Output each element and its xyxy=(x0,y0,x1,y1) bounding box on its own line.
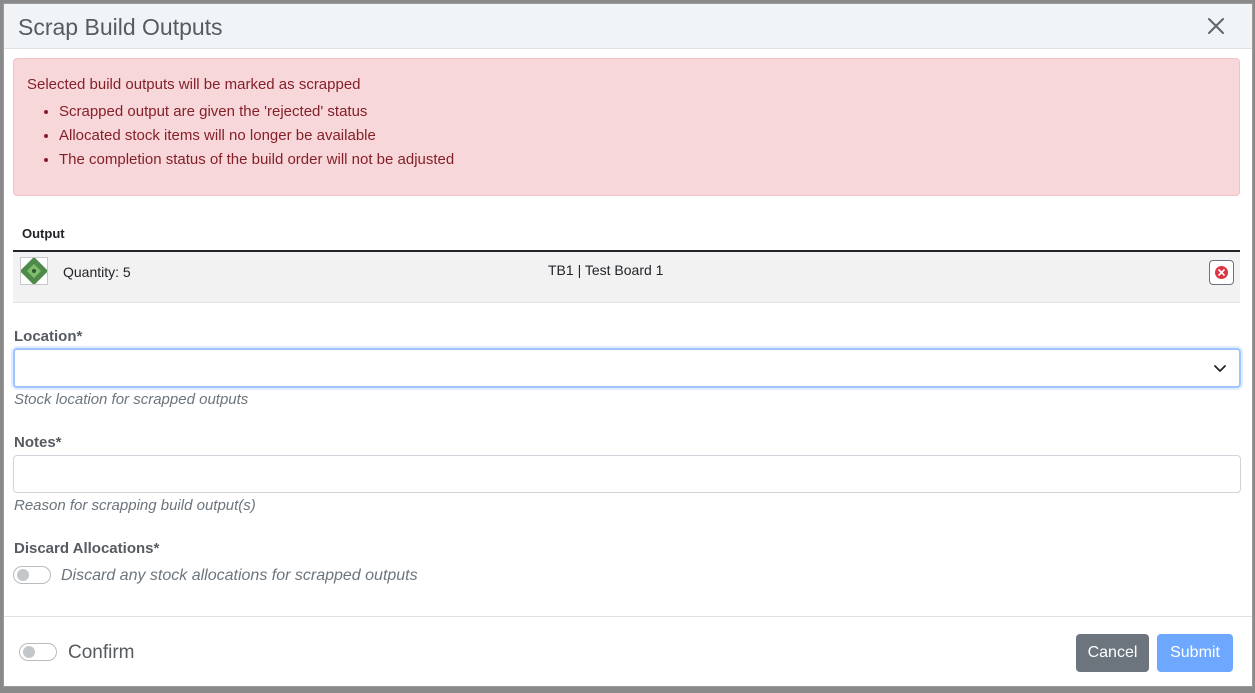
chevron-down-icon xyxy=(1214,365,1226,372)
location-label: Location* xyxy=(14,328,83,345)
alert-item: The completion status of the build order… xyxy=(59,148,1226,172)
discard-allocations-text: Discard any stock allocations for scrapp… xyxy=(61,567,418,584)
column-header-output: Output xyxy=(22,226,65,241)
alert-list: Scrapped output are given the 'rejected'… xyxy=(27,100,1226,172)
alert-item: Scrapped output are given the 'rejected'… xyxy=(59,100,1226,124)
discard-allocations-toggle[interactable] xyxy=(13,566,51,584)
confirm-label: Confirm xyxy=(68,642,135,663)
modal-header: Scrap Build Outputs xyxy=(4,4,1252,49)
cancel-button[interactable]: Cancel xyxy=(1076,634,1149,672)
notes-label: Notes* xyxy=(14,434,62,451)
confirm-toggle[interactable] xyxy=(19,643,57,661)
toggle-knob xyxy=(23,646,35,658)
discard-allocations-label: Discard Allocations* xyxy=(14,540,160,557)
alert-intro: Selected build outputs will be marked as… xyxy=(27,76,361,93)
location-select[interactable] xyxy=(13,348,1241,388)
remove-circle-icon xyxy=(1215,266,1228,279)
modal-footer: Confirm Cancel Submit xyxy=(4,616,1252,688)
table-header: Output xyxy=(13,226,1240,252)
scrap-build-outputs-dialog: Scrap Build Outputs Selected build outpu… xyxy=(3,3,1253,687)
remove-row-button[interactable] xyxy=(1209,260,1234,285)
notes-input[interactable] xyxy=(13,455,1241,493)
alert-item: Allocated stock items will no longer be … xyxy=(59,124,1226,148)
output-quantity: Quantity: 5 xyxy=(63,264,131,280)
notes-help: Reason for scrapping build output(s) xyxy=(14,497,256,514)
close-icon[interactable] xyxy=(1204,14,1228,38)
output-part: TB1 | Test Board 1 xyxy=(548,262,664,278)
part-thumbnail-icon xyxy=(19,256,49,286)
warning-alert: Selected build outputs will be marked as… xyxy=(13,58,1240,196)
table-row: Quantity: 5 TB1 | Test Board 1 xyxy=(13,252,1240,303)
toggle-knob xyxy=(17,569,29,581)
submit-button[interactable]: Submit xyxy=(1157,634,1233,672)
modal-title: Scrap Build Outputs xyxy=(18,14,223,40)
location-help: Stock location for scrapped outputs xyxy=(14,391,249,408)
